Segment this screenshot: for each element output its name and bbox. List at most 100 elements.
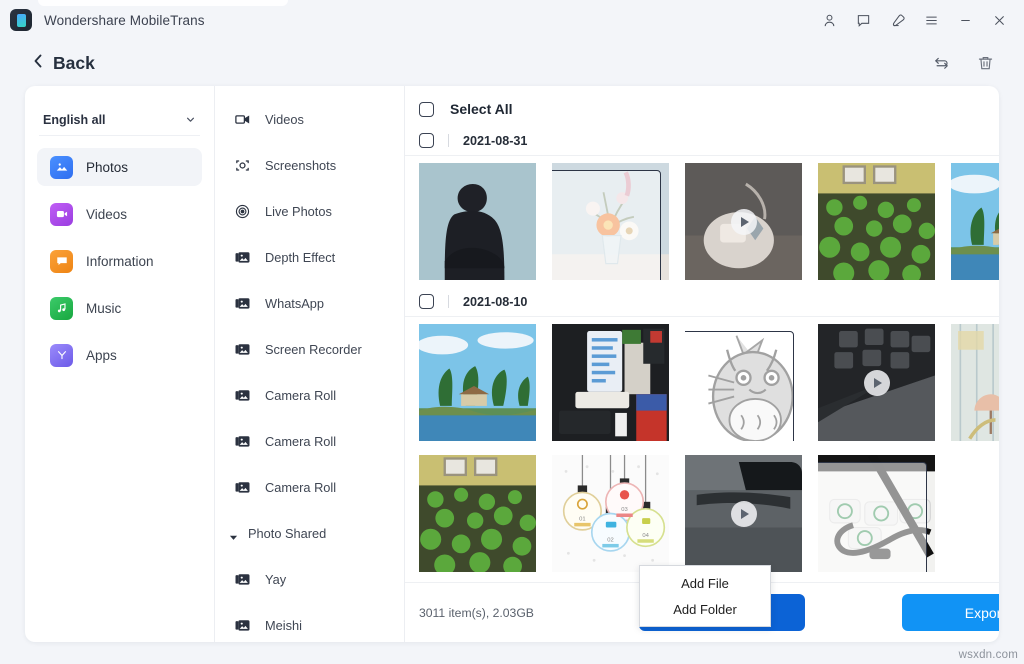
sidebar-item-videos[interactable]: Videos	[37, 195, 202, 233]
album-item-label: Yay	[265, 572, 286, 587]
photo-grid-panel: Select All 2021-08-31 5	[405, 86, 999, 642]
thumbnail-item[interactable]	[419, 455, 536, 572]
back-label: Back	[53, 53, 95, 74]
window-actions	[812, 0, 1024, 40]
menu-item-add-file[interactable]: Add File	[640, 570, 770, 596]
language-selector[interactable]: English all	[39, 104, 200, 136]
album-item-label: Camera Roll	[265, 388, 336, 403]
minimize-button[interactable]	[948, 3, 982, 37]
play-icon	[731, 501, 757, 527]
screenshot-icon	[233, 156, 252, 175]
album-group-photo-shared[interactable]: Photo Shared	[215, 510, 404, 556]
divider	[448, 134, 449, 147]
sidebar-item-label: Photos	[86, 160, 128, 175]
album-item-meishi[interactable]: Meishi	[215, 602, 404, 642]
album-icon	[233, 248, 252, 267]
group-checkbox[interactable]	[419, 294, 434, 309]
watermark: wsxdn.com	[959, 649, 1018, 661]
music-icon	[50, 297, 73, 320]
album-item-videos[interactable]: Videos	[215, 96, 404, 142]
album-icon	[233, 386, 252, 405]
svg-text:04: 04	[642, 533, 649, 539]
thumbnail-row	[405, 317, 999, 448]
album-item-camera-roll-3[interactable]: Camera Roll	[215, 464, 404, 510]
edit-icon[interactable]	[880, 3, 914, 37]
thumbnail-item[interactable]	[419, 163, 536, 280]
thumbnail-item[interactable]	[951, 324, 999, 441]
thumbnail-item[interactable]	[685, 163, 802, 280]
window-tab-strip	[38, 0, 288, 6]
sidebar-item-photos[interactable]: Photos	[37, 148, 202, 186]
thumbnail-checkbox[interactable]	[685, 331, 794, 441]
thumbnail-item[interactable]	[818, 163, 935, 280]
sidebar-item-label: Music	[86, 301, 121, 316]
sidebar-item-apps[interactable]: Apps	[37, 336, 202, 374]
feedback-icon[interactable]	[846, 3, 880, 37]
delete-icon[interactable]	[974, 52, 996, 74]
sidebar-nav: Photos Videos	[25, 148, 214, 374]
album-item-label: Videos	[265, 112, 304, 127]
album-item-camera-roll-1[interactable]: Camera Roll	[215, 372, 404, 418]
album-item-label: Screenshots	[265, 158, 336, 173]
thumbnail-item[interactable]	[818, 324, 935, 441]
album-item-label: Depth Effect	[265, 250, 335, 265]
main-card: English all Photos	[25, 86, 999, 642]
mobiletrans-logo-icon	[10, 9, 32, 31]
application-window: Wondershare MobileTrans	[0, 0, 1024, 664]
thumbnail-checkbox[interactable]	[552, 170, 661, 280]
thumbnail-item[interactable]: 01 03 02 04	[552, 455, 669, 572]
live-photo-icon	[233, 202, 252, 221]
menu-item-add-folder[interactable]: Add Folder	[640, 596, 770, 622]
select-all-checkbox[interactable]	[419, 102, 434, 117]
album-icon	[233, 432, 252, 451]
page-header: Back	[0, 40, 1024, 86]
menu-icon[interactable]	[914, 3, 948, 37]
album-item-depth-effect[interactable]: Depth Effect	[215, 234, 404, 280]
sync-icon[interactable]	[930, 52, 952, 74]
photos-icon	[50, 156, 73, 179]
album-icon	[233, 340, 252, 359]
album-item-label: Camera Roll	[265, 434, 336, 449]
album-item-live-photos[interactable]: Live Photos	[215, 188, 404, 234]
account-icon[interactable]	[812, 3, 846, 37]
thumbnail-item[interactable]	[685, 324, 802, 441]
back-button[interactable]: Back	[32, 53, 95, 74]
album-icon	[233, 616, 252, 635]
chevron-down-icon	[185, 114, 196, 125]
sidebar-item-information[interactable]: Information	[37, 242, 202, 280]
sidebar-item-label: Videos	[86, 207, 127, 222]
thumbnail-item[interactable]	[552, 163, 669, 280]
play-icon	[731, 209, 757, 235]
svg-text:03: 03	[621, 507, 628, 513]
album-item-label: WhatsApp	[265, 296, 324, 311]
thumbnail-item[interactable]	[419, 324, 536, 441]
album-item-camera-roll-2[interactable]: Camera Roll	[215, 418, 404, 464]
album-icon	[233, 570, 252, 589]
thumbnail-checkbox[interactable]	[818, 462, 927, 572]
album-item-label: Meishi	[265, 618, 302, 633]
album-item-whatsapp[interactable]: WhatsApp	[215, 280, 404, 326]
videos-icon	[50, 203, 73, 226]
close-button[interactable]	[982, 3, 1016, 37]
export-button[interactable]: Export	[902, 594, 999, 631]
thumbnail-item[interactable]	[552, 324, 669, 441]
language-selector-label: English all	[43, 113, 106, 127]
album-item-screen-recorder[interactable]: Screen Recorder	[215, 326, 404, 372]
album-group-label: Photo Shared	[248, 526, 326, 541]
group-checkbox[interactable]	[419, 133, 434, 148]
thumbnail-item[interactable]	[818, 455, 935, 572]
caret-down-icon	[229, 529, 238, 538]
thumbnail-row	[405, 156, 999, 287]
thumbnail-row: 01 03 02 04	[405, 448, 999, 579]
album-item-yay[interactable]: Yay	[215, 556, 404, 602]
items-info-label: 3011 item(s), 2.03GB	[419, 606, 534, 620]
album-item-screenshots[interactable]: Screenshots	[215, 142, 404, 188]
app-title: Wondershare MobileTrans	[44, 13, 205, 28]
thumbnail-item[interactable]	[951, 163, 999, 280]
content-toolbar	[930, 40, 996, 86]
video-camera-icon	[233, 110, 252, 129]
apps-icon	[50, 344, 73, 367]
photo-grid-scroll[interactable]: Select All 2021-08-31 5	[405, 86, 999, 582]
sidebar-item-music[interactable]: Music	[37, 289, 202, 327]
thumbnail-item[interactable]	[685, 455, 802, 572]
